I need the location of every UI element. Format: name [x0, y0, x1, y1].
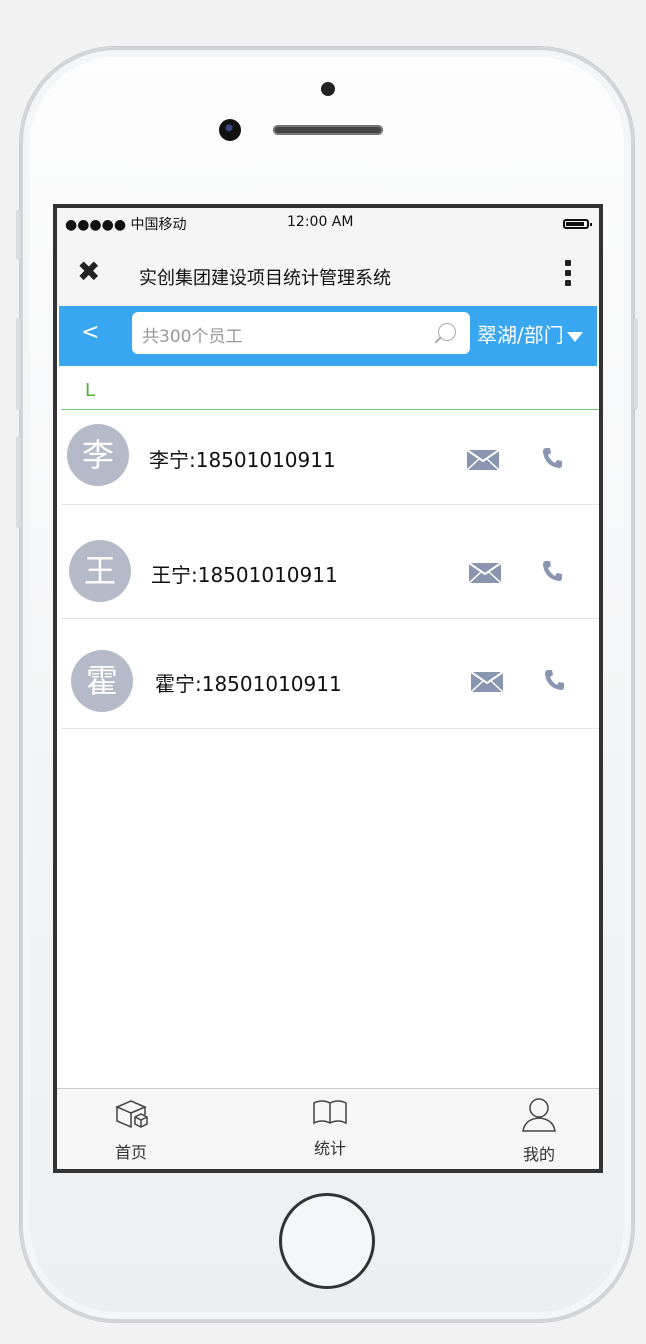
mute-switch — [16, 210, 20, 260]
battery-icon — [563, 219, 592, 229]
dropdown-arrow-icon — [566, 331, 583, 342]
box-icon — [111, 1100, 151, 1135]
front-camera — [219, 119, 241, 141]
phone-icon[interactable] — [541, 559, 565, 583]
mail-icon[interactable] — [467, 450, 499, 470]
page-title: 实创集团建设项目统计管理系统 — [139, 268, 391, 289]
status-bar: ●●●●● 中国移动 12:00 AM — [57, 208, 599, 238]
carrier-signal: ●●●●● 中国移动 — [65, 217, 187, 233]
search-input[interactable]: 共300个员工 — [132, 312, 470, 354]
volume-down-button — [16, 436, 20, 528]
avatar: 霍 — [71, 650, 133, 712]
mail-icon[interactable] — [471, 672, 503, 692]
department-dropdown[interactable]: 翠湖/部门 — [477, 319, 583, 348]
phone-icon[interactable] — [541, 446, 565, 470]
department-label: 翠湖/部门 — [477, 323, 564, 347]
contact-entry: 李宁:18501010911 — [149, 448, 336, 472]
section-divider — [61, 409, 599, 410]
book-icon — [310, 1100, 350, 1131]
search-icon[interactable] — [438, 323, 456, 341]
contact-row[interactable]: 王 王宁:18501010911 — [61, 504, 599, 619]
power-button — [634, 318, 638, 410]
status-time: 12:00 AM — [287, 214, 354, 230]
search-placeholder: 共300个员工 — [142, 327, 243, 347]
close-icon[interactable]: ✖ — [77, 258, 100, 286]
tab-statistics[interactable]: 统计 — [310, 1097, 350, 1159]
contact-row[interactable]: 霍 霍宁:18501010911 — [61, 618, 599, 729]
app-screen: ●●●●● 中国移动 12:00 AM ✖ 实创集团建设项目统计管理系统 < 共… — [53, 204, 603, 1173]
more-menu-icon[interactable] — [565, 260, 571, 290]
tab-label: 我的 — [522, 1145, 555, 1164]
bottom-tab-bar: 首页 统计 我的 — [57, 1088, 599, 1169]
volume-up-button — [16, 318, 20, 410]
avatar: 李 — [67, 424, 129, 486]
contact-entry: 霍宁:18501010911 — [155, 672, 342, 696]
phone-icon[interactable] — [543, 668, 567, 692]
contact-entry: 王宁:18501010911 — [151, 563, 338, 587]
tab-label: 首页 — [114, 1143, 147, 1162]
home-button[interactable] — [279, 1193, 375, 1289]
back-button[interactable]: < — [81, 320, 99, 345]
earpiece-speaker — [273, 125, 383, 135]
contact-row[interactable]: 李 李宁:18501010911 — [61, 412, 599, 505]
proximity-sensor — [321, 82, 335, 96]
search-toolbar: < 共300个员工 翠湖/部门 — [59, 306, 597, 366]
tab-mine[interactable]: 我的 — [519, 1097, 559, 1165]
tab-label: 统计 — [313, 1139, 346, 1158]
tab-home[interactable]: 首页 — [111, 1097, 151, 1163]
user-icon — [519, 1098, 559, 1137]
avatar: 王 — [69, 540, 131, 602]
mail-icon[interactable] — [469, 563, 501, 583]
section-letter: L — [85, 380, 96, 401]
title-bar: ✖ 实创集团建设项目统计管理系统 — [57, 238, 599, 306]
